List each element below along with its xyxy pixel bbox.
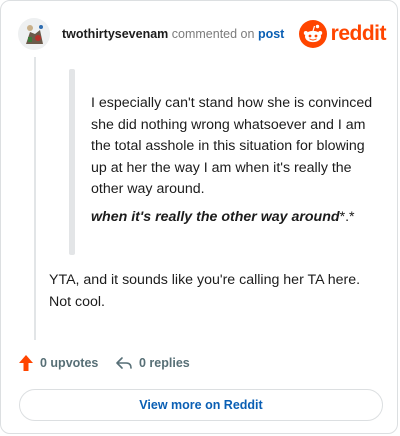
quoted-paragraph: I especially can't stand how she is conv… — [91, 95, 373, 198]
action-text: commented on — [171, 27, 255, 41]
reddit-logo-icon — [298, 20, 327, 48]
upvote-count: 0 upvotes — [40, 356, 99, 370]
quoted-emphasis-suffix: *.* — [339, 209, 355, 225]
post-link[interactable]: post — [258, 27, 284, 41]
reddit-wordmark: reddit — [330, 22, 387, 45]
comment-header: twothirtysevenam commented on post reddi… — [18, 15, 388, 55]
view-more-button[interactable]: View more on Reddit — [19, 389, 383, 421]
comment-embed-card: twothirtysevenam commented on post reddi… — [0, 0, 398, 434]
comment-meta: twothirtysevenam commented on post — [62, 27, 284, 41]
quoted-emphasis: when it's really the other way around*.* — [91, 207, 371, 229]
comment-actions: 0 upvotes 0 replies — [18, 353, 388, 373]
upvote-arrow-icon — [19, 355, 33, 371]
reddit-brand[interactable]: reddit — [298, 20, 387, 48]
reply-count: 0 replies — [139, 356, 190, 370]
comment-body: YTA, and it sounds like you're calling h… — [49, 272, 361, 310]
thread-line — [34, 57, 36, 340]
user-avatar-icon[interactable] — [18, 18, 50, 50]
reply-arrow-icon — [116, 357, 132, 369]
username-link[interactable]: twothirtysevenam — [62, 27, 168, 41]
upvote-button[interactable]: 0 upvotes — [18, 353, 98, 373]
quoted-emphasis-bold: when it's really the other way around — [91, 209, 340, 225]
reply-button[interactable]: 0 replies — [115, 353, 190, 373]
blockquote-bar — [69, 69, 75, 255]
